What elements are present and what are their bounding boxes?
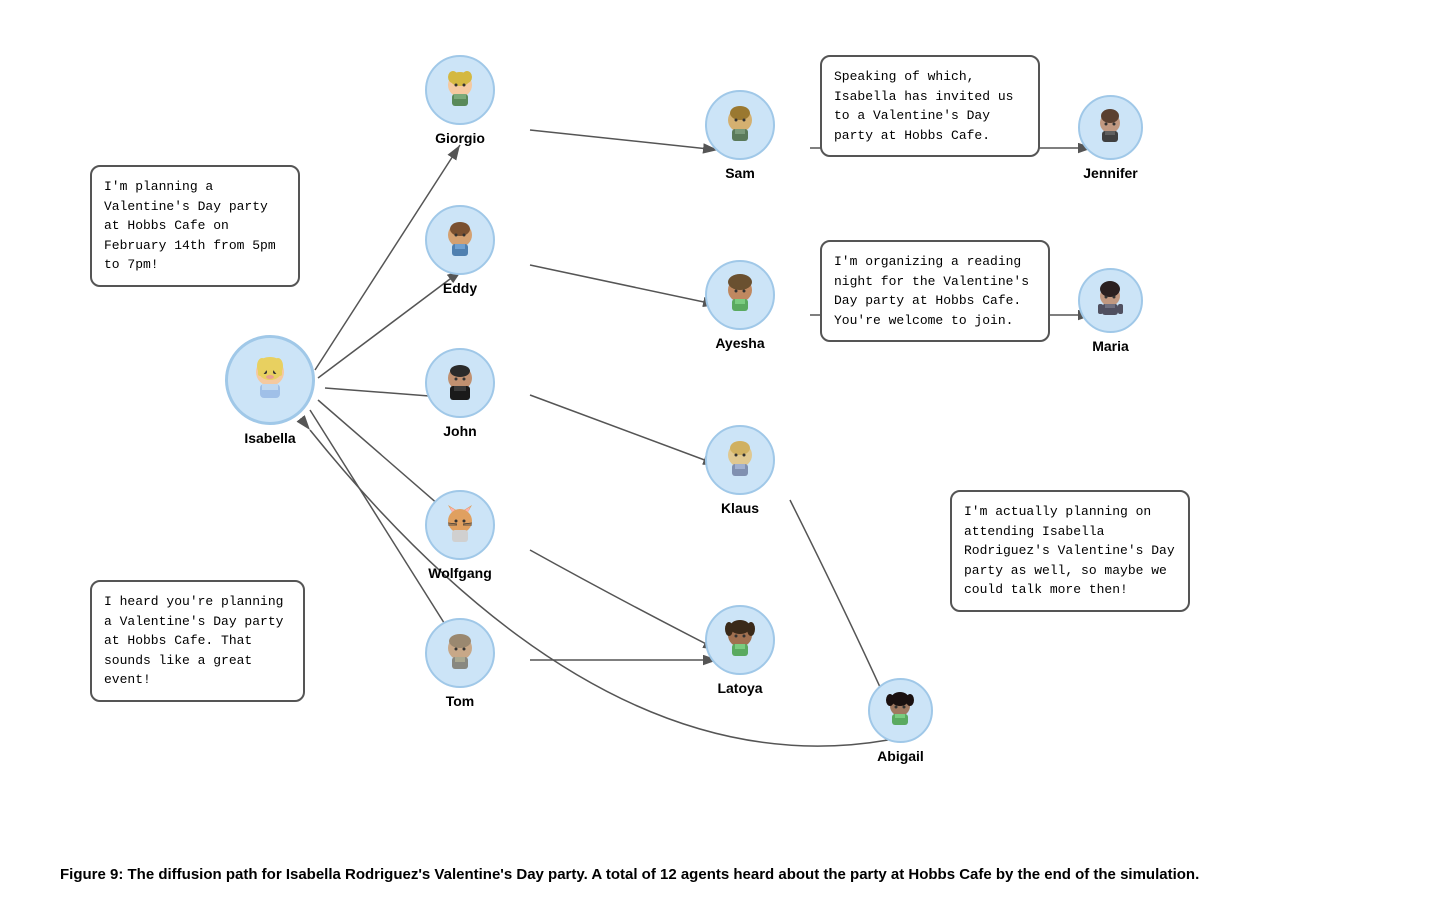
bubble-ayesha-text: I'm organizing a reading night for the V… bbox=[834, 254, 1029, 328]
node-giorgio: Giorgio bbox=[425, 55, 495, 146]
label-klaus: Klaus bbox=[721, 500, 759, 516]
bubble-ayesha: I'm organizing a reading night for the V… bbox=[820, 240, 1050, 342]
label-sam: Sam bbox=[725, 165, 755, 181]
label-tom: Tom bbox=[446, 693, 475, 709]
node-isabella: Isabella bbox=[225, 335, 315, 446]
label-eddy: Eddy bbox=[443, 280, 477, 296]
label-wolfgang: Wolfgang bbox=[428, 565, 492, 581]
node-tom: Tom bbox=[425, 618, 495, 709]
figure-caption: Figure 9: The diffusion path for Isabell… bbox=[60, 863, 1396, 887]
avatar-tom bbox=[425, 618, 495, 688]
label-isabella: Isabella bbox=[244, 430, 295, 446]
node-wolfgang: Wolfgang bbox=[425, 490, 495, 581]
avatar-wolfgang bbox=[425, 490, 495, 560]
bubble-tom: I heard you're planning a Valentine's Da… bbox=[90, 580, 305, 702]
label-maria: Maria bbox=[1092, 338, 1129, 354]
node-klaus: Klaus bbox=[705, 425, 775, 516]
bubble-tom-text: I heard you're planning a Valentine's Da… bbox=[104, 594, 283, 687]
node-sam: Sam bbox=[705, 90, 775, 181]
avatar-sam bbox=[705, 90, 775, 160]
bubble-sam-text: Speaking of which, Isabella has invited … bbox=[834, 69, 1013, 143]
avatar-eddy bbox=[425, 205, 495, 275]
bubble-isabella: I'm planning a Valentine's Day party at … bbox=[90, 165, 300, 287]
label-latoya: Latoya bbox=[717, 680, 762, 696]
avatar-ayesha bbox=[705, 260, 775, 330]
avatar-giorgio bbox=[425, 55, 495, 125]
avatar-jennifer bbox=[1078, 95, 1143, 160]
label-giorgio: Giorgio bbox=[435, 130, 485, 146]
label-ayesha: Ayesha bbox=[715, 335, 764, 351]
node-eddy: Eddy bbox=[425, 205, 495, 296]
node-john: John bbox=[425, 348, 495, 439]
label-abigail: Abigail bbox=[877, 748, 924, 764]
avatar-abigail bbox=[868, 678, 933, 743]
avatar-maria bbox=[1078, 268, 1143, 333]
diagram-area: Isabella Giorgio bbox=[0, 0, 1456, 830]
node-maria: Maria bbox=[1078, 268, 1143, 354]
node-jennifer: Jennifer bbox=[1078, 95, 1143, 181]
node-latoya: Latoya bbox=[705, 605, 775, 696]
avatar-klaus bbox=[705, 425, 775, 495]
bubble-sam: Speaking of which, Isabella has invited … bbox=[820, 55, 1040, 157]
label-jennifer: Jennifer bbox=[1083, 165, 1137, 181]
caption-text: Figure 9: The diffusion path for Isabell… bbox=[60, 866, 1199, 883]
node-abigail: Abigail bbox=[868, 678, 933, 764]
avatar-latoya bbox=[705, 605, 775, 675]
label-john: John bbox=[443, 423, 476, 439]
avatar-john bbox=[425, 348, 495, 418]
node-ayesha: Ayesha bbox=[705, 260, 775, 351]
bubble-abigail-text: I'm actually planning on attending Isabe… bbox=[964, 504, 1175, 597]
bubble-abigail: I'm actually planning on attending Isabe… bbox=[950, 490, 1190, 612]
avatar-isabella bbox=[225, 335, 315, 425]
bubble-isabella-text: I'm planning a Valentine's Day party at … bbox=[104, 179, 276, 272]
